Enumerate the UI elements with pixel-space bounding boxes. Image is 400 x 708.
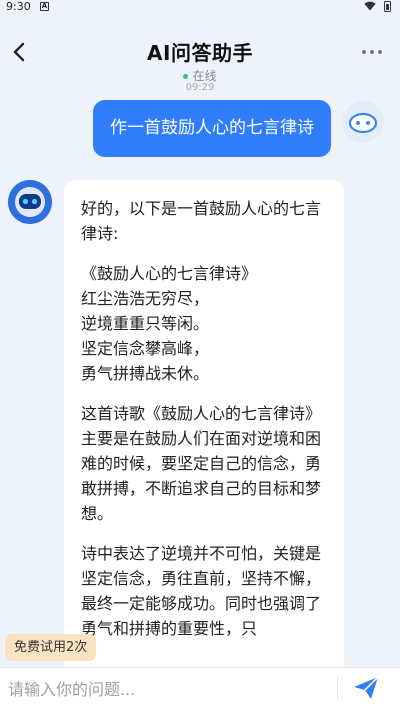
wifi-icon	[364, 1, 376, 11]
poem-line: 勇气拼搏战未休。	[81, 364, 210, 383]
battery-icon	[384, 1, 391, 12]
message-timestamp: 09:29	[185, 83, 215, 92]
bot-message-bubble[interactable]: 好的，以下是一首鼓励人心的七言律诗: 《鼓励人心的七言律诗》 红尘浩浩无穷尽， …	[64, 180, 344, 680]
more-dot	[370, 50, 374, 54]
poem-line: 红尘浩浩无穷尽，	[81, 289, 210, 308]
user-avatar	[342, 101, 384, 143]
status-time: 9:30	[6, 0, 31, 13]
more-dot	[378, 50, 382, 54]
poem-line: 坚定信念攀高峰，	[81, 339, 210, 358]
free-trial-badge[interactable]: 免费试用2次	[5, 634, 97, 661]
input-bar	[0, 667, 400, 708]
more-dots-icon	[362, 50, 366, 54]
input-divider	[337, 676, 338, 700]
poem-title: 《鼓励人心的七言律诗》	[81, 264, 258, 283]
online-status: 在线	[0, 67, 400, 84]
poem: 《鼓励人心的七言律诗》 红尘浩浩无穷尽， 逆境重重只等闲。 坚定信念攀高峰， 勇…	[81, 261, 331, 386]
send-button[interactable]	[352, 675, 380, 701]
user-message-bubble[interactable]: 作一首鼓励人心的七言律诗	[93, 100, 331, 157]
user-message-row: 作一首鼓励人心的七言律诗	[0, 100, 400, 160]
notification-icon: A	[40, 2, 49, 11]
header: AI问答助手 在线	[0, 14, 400, 94]
bot-avatar	[8, 180, 52, 224]
bot-intro: 好的，以下是一首鼓励人心的七言律诗:	[81, 199, 322, 243]
bot-paragraph: 这首诗歌《鼓励人心的七言律诗》主要是在鼓励人们在面对逆境和困难的时候，要坚定自己…	[81, 404, 322, 523]
more-button[interactable]	[360, 47, 384, 57]
page-title: AI问答助手	[147, 41, 253, 65]
bot-message-text: 好的，以下是一首鼓励人心的七言律诗: 《鼓励人心的七言律诗》 红尘浩浩无穷尽， …	[81, 196, 331, 656]
online-dot	[183, 74, 189, 79]
online-status-label: 在线	[192, 69, 217, 83]
status-bar: 9:30 A	[0, 0, 400, 14]
poem-line: 逆境重重只等闲。	[81, 314, 210, 333]
question-input[interactable]	[8, 674, 328, 704]
bot-paragraph: 诗中表达了逆境并不可怕，关键是坚定信念，勇往直前，坚持不懈，最终一定能够成功。同…	[81, 544, 322, 638]
